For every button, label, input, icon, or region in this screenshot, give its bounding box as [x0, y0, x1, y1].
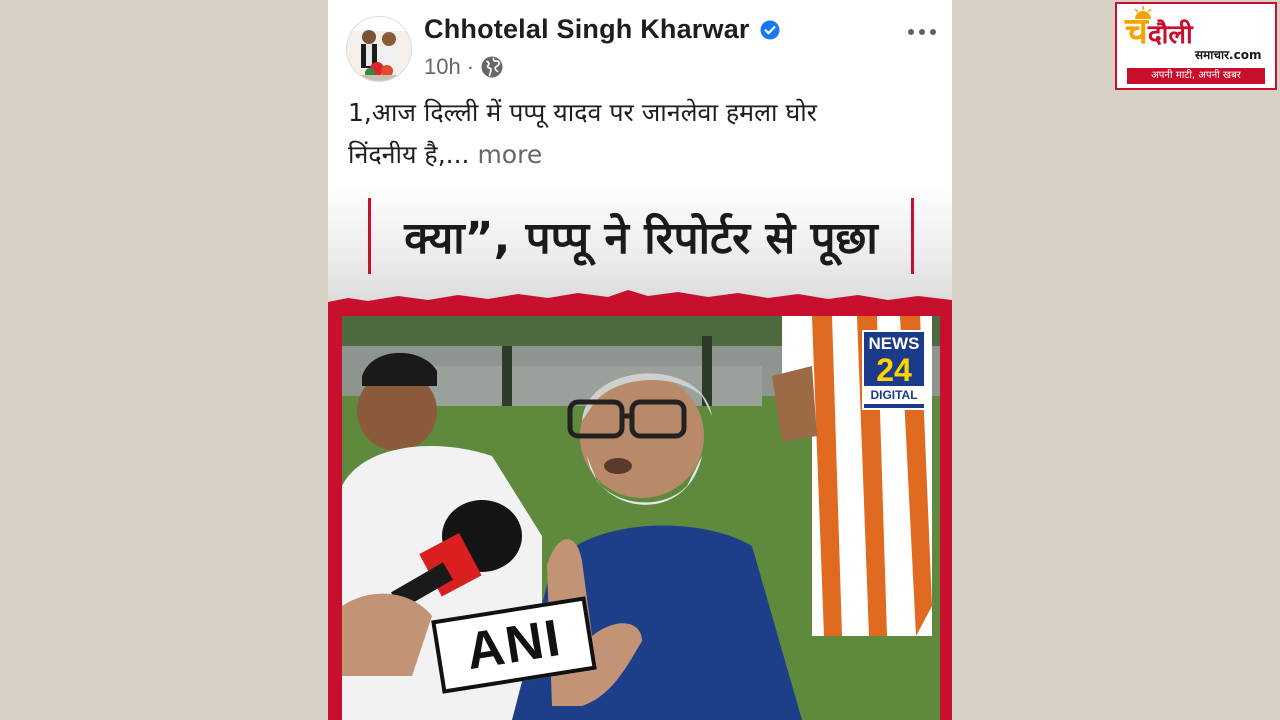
dot	[930, 29, 936, 35]
channel-line-1: NEWS	[868, 334, 920, 353]
logo-rest: दौली	[1147, 20, 1193, 50]
author-name[interactable]: Chhotelal Singh Kharwar	[424, 14, 750, 45]
logo-domain: समाचार.com	[1195, 48, 1262, 62]
post-text-line-1: 1,आज दिल्ली में पप्पू यादव पर जानलेवा हम…	[348, 98, 817, 127]
video-still: NEWS 24 DIGITAL ANI	[342, 316, 940, 720]
page: Chhotelal Singh Kharwar 10h · 1,आज दिल्ल…	[0, 0, 1280, 720]
post-text-line-2: निंदनीय है,... more	[348, 134, 933, 176]
more-options-icon[interactable]	[902, 20, 942, 44]
video-frame: NEWS 24 DIGITAL ANI	[328, 304, 952, 720]
news24-digital-logo: NEWS 24 DIGITAL	[862, 330, 926, 410]
facebook-post-card: Chhotelal Singh Kharwar 10h · 1,आज दिल्ल…	[328, 0, 952, 720]
logo-tagline: अपनी माटी, अपनी खबर	[1127, 68, 1265, 84]
post-timestamp[interactable]: 10h	[424, 54, 461, 80]
video-scene	[342, 316, 940, 720]
chandauli-samachar-logo: चंदौली समाचार.com अपनी माटी, अपनी खबर	[1115, 2, 1277, 90]
globe-icon[interactable]	[480, 55, 504, 79]
meta-separator: ·	[466, 54, 475, 79]
dot	[908, 29, 914, 35]
post-meta: 10h ·	[424, 54, 504, 80]
post-text: 1,आज दिल्ली में पप्पू यादव पर जानलेवा हम…	[348, 92, 933, 176]
author-avatar[interactable]	[346, 16, 412, 82]
verified-badge-icon	[760, 20, 780, 40]
video-headline: क्या”, पप्पू ने रिपोर्टर से पूछा	[368, 198, 914, 274]
see-more-link[interactable]: more	[477, 140, 542, 169]
channel-line-3: DIGITAL	[864, 386, 924, 404]
logo-first-letter: चं	[1125, 11, 1148, 52]
author-row: Chhotelal Singh Kharwar	[424, 14, 780, 45]
post-media-thumbnail[interactable]: क्या”, पप्पू ने रिपोर्टर से पूछा NEWS 24…	[328, 184, 952, 720]
dot	[919, 29, 925, 35]
post-text-line-2-content: निंदनीय है,...	[348, 140, 470, 169]
channel-line-2: 24	[876, 352, 912, 388]
post-header: Chhotelal Singh Kharwar 10h ·	[346, 14, 942, 84]
logo-wordmark: चंदौली	[1125, 12, 1193, 55]
avatar-image	[347, 17, 411, 81]
